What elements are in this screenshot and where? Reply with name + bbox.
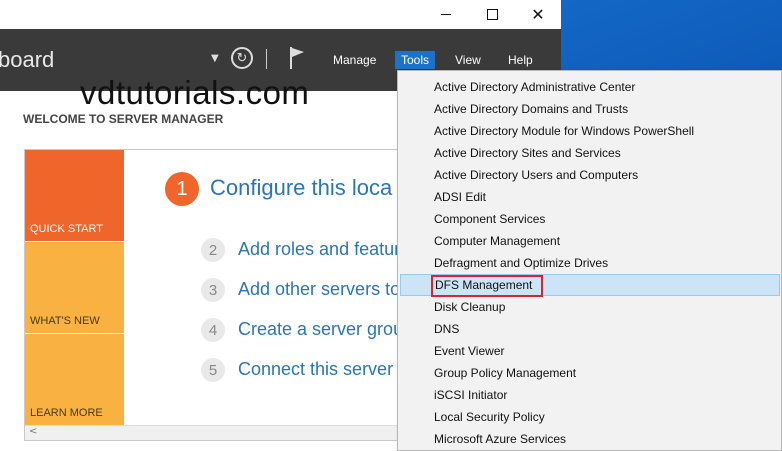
tools-menu-item[interactable]: Group Policy Management: [400, 362, 780, 384]
tools-menu-item[interactable]: Disk Cleanup: [400, 296, 780, 318]
close-icon: ✕: [531, 4, 545, 24]
step-4-link[interactable]: Create a server grou: [238, 319, 403, 340]
navigation-dropdown-icon[interactable]: ▼: [211, 53, 219, 64]
step-5-number: 5: [201, 358, 225, 382]
welcome-heading: WELCOME TO SERVER MANAGER: [23, 112, 224, 126]
tools-menu-item-dfs-management[interactable]: DFS Management: [400, 274, 780, 297]
step-4-number: 4: [201, 318, 225, 342]
tile-whats-new[interactable]: WHAT'S NEW: [25, 242, 124, 333]
tools-menu-item[interactable]: DNS: [400, 318, 780, 340]
tools-menu-item[interactable]: Event Viewer: [400, 340, 780, 362]
step-1-number: 1: [165, 172, 199, 206]
menu-help[interactable]: Help: [502, 51, 539, 69]
tools-menu-item[interactable]: Active Directory Sites and Services: [400, 142, 780, 164]
step-1-link[interactable]: Configure this loca: [210, 175, 392, 201]
step-5-link[interactable]: Connect this server t: [238, 359, 403, 380]
tools-menu-item[interactable]: Computer Management: [400, 230, 780, 252]
annotation-highlight-box: [431, 275, 543, 297]
tools-menu-item[interactable]: Defragment and Optimize Drives: [400, 252, 780, 274]
tools-menu-item[interactable]: Microsoft Azure Services: [400, 428, 780, 450]
menu-view[interactable]: View: [449, 51, 487, 69]
minimize-button[interactable]: [423, 0, 469, 29]
menu-manage[interactable]: Manage: [327, 51, 382, 69]
title-bar: ✕: [0, 0, 561, 29]
step-3-number: 3: [201, 278, 225, 302]
tile-quick-start[interactable]: QUICK START: [25, 150, 124, 241]
tools-menu-item[interactable]: Active Directory Module for Windows Powe…: [400, 120, 780, 142]
tile-learn-more-label: LEARN MORE: [30, 407, 103, 419]
tools-menu-item[interactable]: Local Security Policy: [400, 406, 780, 428]
tools-dropdown-menu: Active Directory Administrative Center A…: [397, 70, 782, 451]
tools-menu-item[interactable]: Active Directory Users and Computers: [400, 164, 780, 186]
tile-learn-more[interactable]: LEARN MORE: [25, 334, 124, 425]
maximize-button[interactable]: [469, 0, 515, 29]
header-separator: [266, 49, 267, 69]
notifications-flag-icon[interactable]: [289, 46, 305, 70]
refresh-icon[interactable]: ↻: [231, 47, 253, 69]
step-2-number: 2: [201, 238, 225, 262]
tools-menu-item[interactable]: Component Services: [400, 208, 780, 230]
menu-tools[interactable]: Tools: [395, 51, 436, 69]
header-title: board: [0, 47, 55, 72]
tools-menu-item[interactable]: iSCSI Initiator: [400, 384, 780, 406]
step-2-link[interactable]: Add roles and featur: [238, 239, 400, 260]
maximize-icon: [486, 9, 498, 20]
tools-menu-item[interactable]: Active Directory Domains and Trusts: [400, 98, 780, 120]
close-button[interactable]: ✕: [515, 0, 561, 29]
scroll-left-icon[interactable]: <: [29, 426, 37, 437]
watermark-text: vdtutorials.com: [80, 74, 310, 111]
minimize-icon: [441, 14, 451, 15]
tools-menu-item[interactable]: ADSI Edit: [400, 186, 780, 208]
step-3-link[interactable]: Add other servers to: [238, 279, 400, 300]
tools-menu-item[interactable]: Active Directory Administrative Center: [400, 76, 780, 98]
tile-whats-new-label: WHAT'S NEW: [30, 315, 100, 327]
tile-quick-start-label: QUICK START: [30, 223, 103, 235]
